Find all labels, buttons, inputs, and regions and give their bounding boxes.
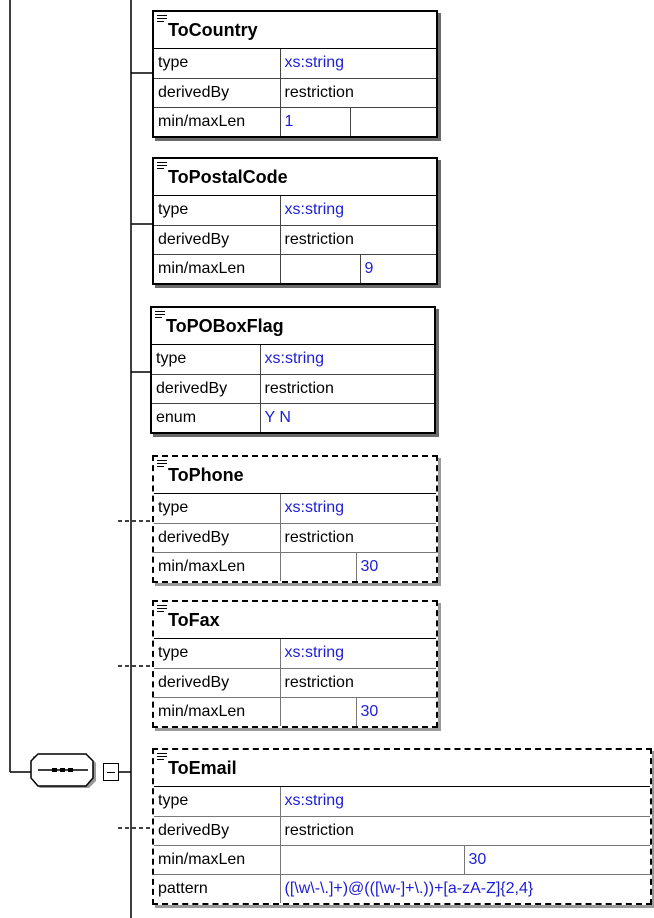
element-name: ToPOBoxFlag bbox=[166, 316, 284, 336]
element-name: ToFax bbox=[168, 610, 220, 630]
element-box-topoboxflag[interactable]: ToPOBoxFlag type xs:string derivedBy restr… bbox=[150, 306, 436, 434]
max-length-value bbox=[349, 106, 436, 136]
documentation-icon bbox=[155, 311, 165, 318]
property-value: xs:string bbox=[279, 787, 650, 817]
min-length-value bbox=[279, 253, 361, 283]
property-row: derivedBy restriction bbox=[154, 815, 650, 846]
property-row: derivedBy restriction bbox=[154, 667, 436, 698]
documentation-icon bbox=[157, 460, 167, 467]
property-value: restriction bbox=[279, 522, 436, 553]
property-value: restriction bbox=[259, 373, 434, 404]
min-length-value bbox=[279, 696, 357, 726]
max-length-value: 30 bbox=[355, 696, 436, 726]
documentation-icon bbox=[157, 162, 167, 169]
documentation-icon bbox=[157, 15, 167, 22]
property-row: pattern ([\w\-\.]+)@(([\w-]+\.))+[a-zA-Z]… bbox=[154, 873, 650, 903]
property-label: derivedBy bbox=[154, 667, 281, 698]
property-value: xs:string bbox=[279, 639, 436, 669]
property-row: type xs:string bbox=[154, 494, 436, 524]
properties-table: type xs:string derivedBy restriction min/m… bbox=[154, 196, 436, 283]
element-name: ToPostalCode bbox=[168, 167, 288, 187]
property-label: min/maxLen bbox=[154, 106, 281, 136]
properties-table: type xs:string derivedBy restriction min/m… bbox=[154, 639, 436, 726]
property-value: restriction bbox=[279, 224, 436, 255]
property-label: derivedBy bbox=[154, 77, 281, 108]
max-length-value: 30 bbox=[355, 551, 436, 581]
property-label: derivedBy bbox=[154, 522, 281, 553]
element-box-toemail[interactable]: ToEmail type xs:string derivedBy restricti… bbox=[152, 748, 652, 905]
min-length-value bbox=[279, 551, 357, 581]
element-box-topostalcode[interactable]: ToPostalCode type xs:string derivedBy rest… bbox=[152, 157, 438, 285]
property-row: type xs:string bbox=[154, 196, 436, 226]
property-row: derivedBy restriction bbox=[152, 373, 434, 404]
property-row: derivedBy restriction bbox=[154, 77, 436, 108]
element-box-tophone[interactable]: ToPhone type xs:string derivedBy restricti… bbox=[152, 455, 438, 583]
property-label: derivedBy bbox=[152, 373, 261, 404]
property-label: pattern bbox=[154, 873, 281, 903]
property-label: type bbox=[154, 639, 281, 669]
documentation-icon bbox=[157, 605, 167, 612]
property-row: enum Y N bbox=[152, 402, 434, 432]
property-label: min/maxLen bbox=[154, 844, 281, 875]
property-label: type bbox=[154, 196, 281, 226]
properties-table: type xs:string derivedBy restriction min/m… bbox=[154, 494, 436, 581]
property-value: restriction bbox=[279, 77, 436, 108]
property-label: type bbox=[154, 49, 281, 79]
property-label: type bbox=[154, 494, 281, 524]
property-row: type xs:string bbox=[154, 787, 650, 817]
property-row: derivedBy restriction bbox=[154, 224, 436, 255]
property-row: min/maxLen 30 bbox=[154, 844, 650, 875]
properties-table: type xs:string derivedBy restriction min/m… bbox=[154, 49, 436, 136]
property-row: type xs:string bbox=[154, 49, 436, 79]
property-row: type xs:string bbox=[154, 639, 436, 669]
sequence-compositor-icon[interactable] bbox=[30, 753, 98, 791]
property-row: derivedBy restriction bbox=[154, 522, 436, 553]
max-length-value: 9 bbox=[359, 253, 436, 283]
property-value: xs:string bbox=[279, 494, 436, 524]
properties-table: type xs:string derivedBy restriction enum Y… bbox=[152, 345, 434, 432]
collapse-minus-icon[interactable] bbox=[103, 763, 119, 781]
property-row: type xs:string bbox=[152, 345, 434, 375]
documentation-icon bbox=[157, 753, 167, 760]
property-label: min/maxLen bbox=[154, 551, 281, 581]
property-row: min/maxLen 30 bbox=[154, 696, 436, 726]
enum-values: Y N bbox=[259, 402, 434, 432]
property-label: type bbox=[154, 787, 281, 817]
property-row: min/maxLen 9 bbox=[154, 253, 436, 283]
element-name: ToCountry bbox=[168, 20, 258, 40]
property-row: min/maxLen 1 bbox=[154, 106, 436, 136]
min-length-value: 1 bbox=[279, 106, 351, 136]
property-value: restriction bbox=[279, 667, 436, 698]
property-label: min/maxLen bbox=[154, 253, 281, 283]
element-box-tofax[interactable]: ToFax type xs:string derivedBy restriction… bbox=[152, 600, 438, 728]
max-length-value: 30 bbox=[463, 844, 650, 875]
property-label: enum bbox=[152, 402, 261, 432]
property-label: min/maxLen bbox=[154, 696, 281, 726]
property-row: min/maxLen 30 bbox=[154, 551, 436, 581]
property-label: derivedBy bbox=[154, 815, 281, 846]
pattern-value: ([\w\-\.]+)@(([\w-]+\.))+[a-zA-Z]{2,4} bbox=[279, 873, 650, 903]
element-name: ToPhone bbox=[168, 465, 244, 485]
element-box-tocountry[interactable]: ToCountry type xs:string derivedBy restric… bbox=[152, 10, 438, 138]
property-value: xs:string bbox=[279, 49, 436, 79]
property-value: xs:string bbox=[279, 196, 436, 226]
property-label: derivedBy bbox=[154, 224, 281, 255]
element-name: ToEmail bbox=[168, 758, 237, 778]
properties-table: type xs:string derivedBy restriction min/m… bbox=[154, 787, 650, 903]
property-value: restriction bbox=[279, 815, 650, 846]
property-label: type bbox=[152, 345, 261, 375]
min-length-value bbox=[279, 844, 465, 875]
property-value: xs:string bbox=[259, 345, 434, 375]
